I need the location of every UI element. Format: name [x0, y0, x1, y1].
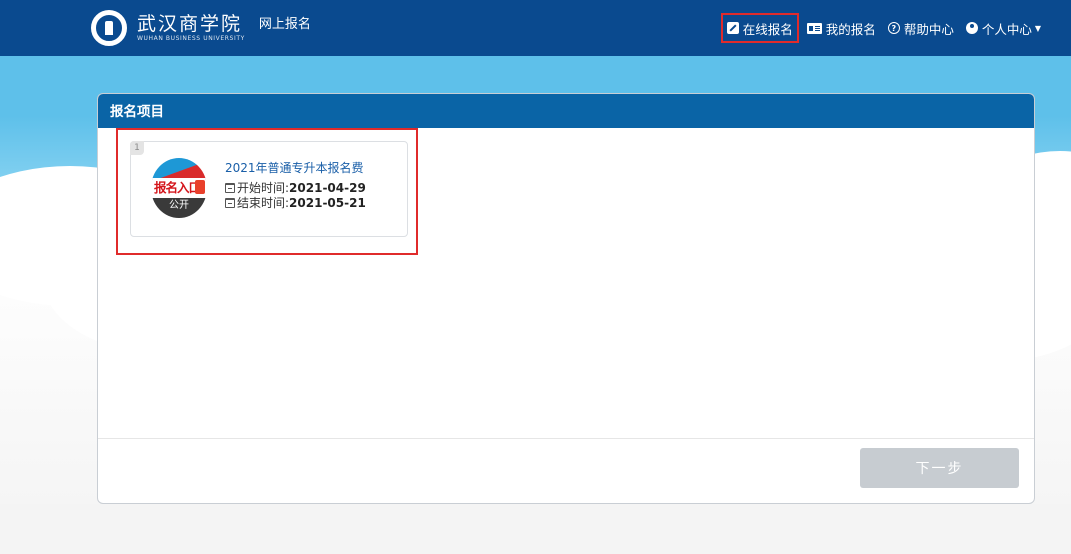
registration-projects-panel: 报名项目 1 报名入口 公开 2021年普通专升本报名费 开始时间: 2021-…: [97, 93, 1035, 504]
site-logo[interactable]: 武汉商学院 WUHAN BUSINESS UNIVERSITY 网上报名: [91, 10, 311, 46]
brand-name-en: WUHAN BUSINESS UNIVERSITY: [137, 35, 245, 42]
next-step-button[interactable]: 下一步: [860, 448, 1019, 488]
panel-title: 报名项目: [98, 94, 1034, 128]
panel-footer: 下一步: [98, 439, 1034, 503]
nav-help-center-label: 帮助中心: [903, 21, 954, 37]
project-thumbnail: 报名入口 公开: [151, 158, 207, 218]
brand-text: 武汉商学院 WUHAN BUSINESS UNIVERSITY: [137, 13, 245, 43]
project-list: 1 报名入口 公开 2021年普通专升本报名费 开始时间: 2021-04-29…: [98, 128, 1034, 439]
nav-personal-center[interactable]: 个人中心 ▼: [965, 13, 1041, 43]
pointer-hand-icon: [195, 180, 205, 194]
end-time-row: 结束时间: 2021-05-21: [225, 194, 366, 211]
nav-personal-center-label: 个人中心: [981, 21, 1032, 37]
end-time-value: 2021-05-21: [289, 195, 366, 210]
university-emblem-icon: [91, 10, 127, 46]
calendar-minus-icon: [225, 197, 235, 208]
nav-online-registration-label: 在线报名: [742, 21, 793, 37]
project-title[interactable]: 2021年普通专升本报名费: [225, 159, 364, 176]
main-nav: 在线报名 我的报名 ? 帮助中心 个人中心 ▼: [720, 0, 1041, 56]
nav-my-registration-label: 我的报名: [825, 21, 876, 37]
project-index: 1: [130, 141, 144, 155]
calendar-plus-icon: [225, 182, 235, 193]
nav-help-center[interactable]: ? 帮助中心: [887, 13, 954, 43]
top-navbar: 武汉商学院 WUHAN BUSINESS UNIVERSITY 网上报名 在线报…: [0, 0, 1071, 56]
chevron-down-icon: ▼: [1034, 23, 1041, 33]
brand-name-cn: 武汉商学院: [137, 13, 243, 35]
thumbnail-subtext: 公开: [151, 198, 207, 218]
site-name: 网上报名: [258, 17, 311, 32]
nav-online-registration[interactable]: 在线报名: [720, 13, 799, 43]
end-time-label: 结束时间:: [237, 196, 290, 210]
project-card[interactable]: 1 报名入口 公开 2021年普通专升本报名费 开始时间: 2021-04-29…: [130, 141, 408, 237]
user-circle-icon: [965, 22, 978, 34]
start-time-value: 2021-04-29: [289, 180, 366, 195]
id-card-icon: [806, 22, 822, 34]
help-circle-icon: ?: [887, 22, 900, 34]
nav-my-registration[interactable]: 我的报名: [806, 13, 876, 43]
edit-icon: [726, 22, 739, 34]
